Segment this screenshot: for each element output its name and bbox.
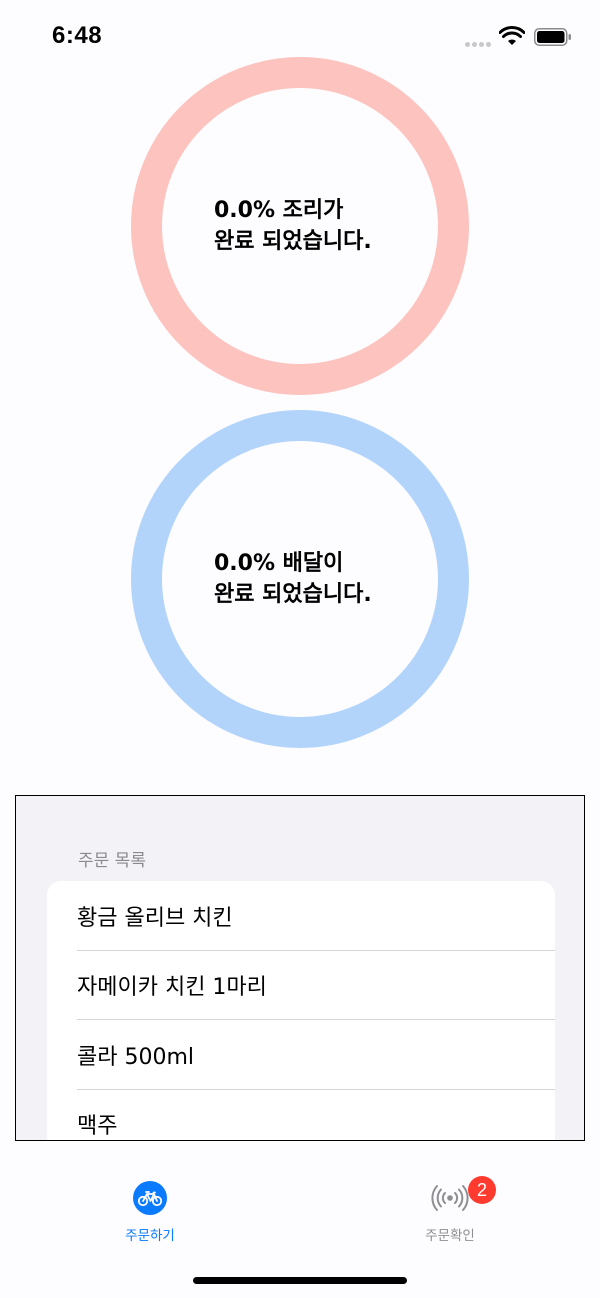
tab-order[interactable]: 주문하기: [90, 1178, 210, 1248]
notification-badge: 2: [468, 1176, 496, 1204]
battery-icon: [534, 28, 571, 46]
order-item-label: 맥주: [77, 1114, 118, 1140]
order-list-item[interactable]: 맥주: [47, 1090, 555, 1141]
tab-order-label: 주문하기: [125, 1228, 175, 1244]
cooking-status-line2: 완료 되었습니다.: [214, 229, 372, 254]
order-list-panel[interactable]: 주문 목록 황금 올리브 치킨 자메이카 치킨 1마리 콜라 500ml 맥주: [15, 795, 585, 1141]
tab-order-confirm-label: 주문확인: [425, 1228, 475, 1244]
tab-bar: 주문하기 2 주문확인: [0, 1150, 600, 1270]
status-time: 6:48: [52, 22, 103, 49]
order-item-label: 콜라 500ml: [77, 1044, 195, 1070]
broadcast-icon: [431, 1185, 469, 1211]
order-list-item[interactable]: 콜라 500ml: [47, 1020, 555, 1090]
cooking-status-line1: 0.0% 조리가: [214, 198, 344, 223]
order-list-item[interactable]: 황금 올리브 치킨: [47, 881, 555, 951]
order-list-item[interactable]: 자메이카 치킨 1마리: [47, 951, 555, 1021]
order-list-header: 주문 목록: [78, 851, 146, 871]
wifi-icon: [499, 26, 525, 45]
delivery-status-line1: 0.0% 배달이: [214, 551, 344, 576]
cooking-status-text: 0.0% 조리가 완료 되었습니다.: [131, 57, 469, 395]
order-item-label: 자메이카 치킨 1마리: [77, 975, 267, 1001]
order-item-label: 황금 올리브 치킨: [77, 905, 233, 931]
home-indicator: [193, 1277, 407, 1284]
bicycle-icon: [133, 1181, 167, 1215]
cooking-progress-ring: 0.0% 조리가 완료 되었습니다.: [131, 57, 469, 395]
delivery-status-line2: 완료 되었습니다.: [214, 582, 372, 607]
order-list-card: 황금 올리브 치킨 자메이카 치킨 1마리 콜라 500ml 맥주: [47, 881, 555, 1141]
delivery-status-text: 0.0% 배달이 완료 되었습니다.: [131, 410, 469, 748]
tab-order-confirm[interactable]: 2 주문확인: [390, 1176, 510, 1248]
cellular-signal-icon: [465, 42, 491, 47]
delivery-progress-ring: 0.0% 배달이 완료 되었습니다.: [131, 410, 469, 748]
